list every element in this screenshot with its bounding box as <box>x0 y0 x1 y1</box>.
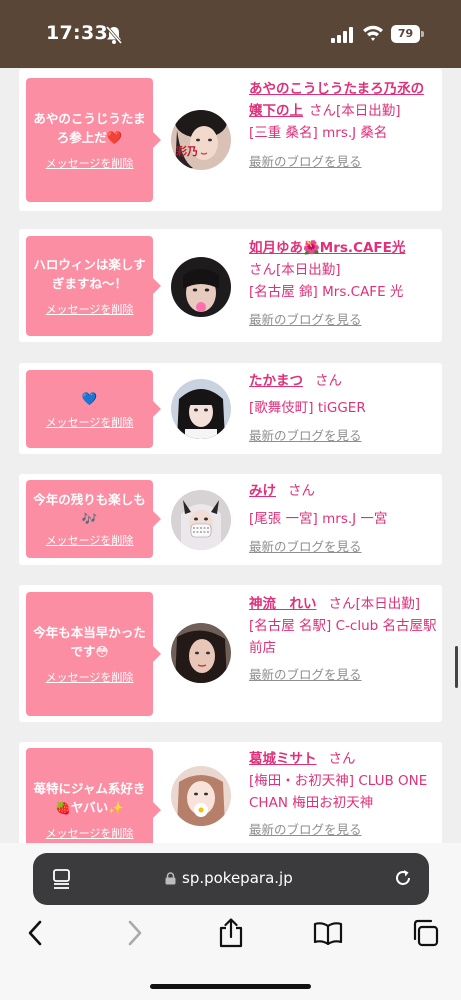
bookmarks-button[interactable] <box>313 918 343 948</box>
battery-level: 79 <box>391 25 420 43</box>
cast-info: 葛城ミサト さん [梅田・お初天神] CLUB ONE CHAN 梅田お初天神 最… <box>249 748 437 841</box>
favorite-card: 💙 メッセージを削除 たかまつ さん [歌舞伎町] tiGGER 最新のブログを見… <box>19 363 442 454</box>
favorite-card: ハロウィンは楽しすぎますね〜！ メッセージを削除 如月ゆあ🌺Mrs.CAFE光 … <box>19 229 442 342</box>
message-text: ハロウィンは楽しすぎますね〜！ <box>33 257 146 291</box>
avatar[interactable] <box>171 766 231 826</box>
message-bubble: 💙 メッセージを削除 <box>26 370 161 448</box>
work-status: [本日出勤] <box>355 596 421 612</box>
tabs-button[interactable] <box>410 918 440 948</box>
book-icon <box>313 922 343 945</box>
latest-blog-link[interactable]: 最新のブログを見る <box>249 536 437 558</box>
shop-info: [尾張 一宮] mrs.J 一宮 <box>249 511 388 527</box>
cast-info: 神流 れい さん[本日出勤] [名古屋 名駅] C-club 名古屋駅前店 最新の… <box>249 593 437 686</box>
back-button[interactable] <box>20 918 50 948</box>
honorific: さん <box>328 596 356 612</box>
avatar[interactable] <box>171 623 231 683</box>
battery-indicator: 79 <box>391 25 424 43</box>
message-text: 苺特にジャム系好き🍓ヤバい✨ <box>33 781 146 815</box>
latest-blog-link[interactable]: 最新のブログを見る <box>249 309 437 331</box>
delete-message-link[interactable]: メッセージを削除 <box>46 669 134 685</box>
cast-name-link[interactable]: 如月ゆあ🌺Mrs.CAFE光 <box>249 240 405 256</box>
avatar[interactable] <box>171 379 231 439</box>
share-icon <box>219 918 243 948</box>
latest-blog-link[interactable]: 最新のブログを見る <box>249 151 437 173</box>
delete-message-link[interactable]: メッセージを削除 <box>46 301 134 317</box>
shop-info: [名古屋 名駅] C-club 名古屋駅前店 <box>249 618 437 656</box>
shop-info: [名古屋 錦] Mrs.CAFE 光 <box>249 284 404 300</box>
forward-button[interactable] <box>120 918 150 948</box>
latest-blog-link[interactable]: 最新のブログを見る <box>249 425 437 447</box>
shop-info: [梅田・お初天神] CLUB ONE CHAN 梅田お初天神 <box>249 773 428 811</box>
url-text[interactable]: sp.pokepara.jp <box>182 869 293 887</box>
message-text: 今年の残りも楽しも🎶 <box>33 492 146 526</box>
honorific: さん <box>328 751 356 767</box>
delete-message-link[interactable]: メッセージを削除 <box>46 414 134 430</box>
cast-name-link[interactable]: 神流 れい <box>249 596 317 612</box>
message-bubble: あやのこうじうたまろ参上だ❤️ メッセージを削除 <box>26 78 161 202</box>
message-text: 今年も本当早かったです😳 <box>33 625 146 659</box>
latest-blog-link[interactable]: 最新のブログを見る <box>249 819 437 841</box>
favorites-list[interactable]: あやのこうじうたまろ参上だ❤️ メッセージを削除 彩乃 あやのこうじうたまろ乃氶… <box>0 68 461 843</box>
signal-icon <box>331 27 353 43</box>
honorific: さん <box>288 483 315 499</box>
favorite-card: 今年も本当早かったです😳 メッセージを削除 神流 れい さん[本日出勤] [名古屋… <box>19 585 442 722</box>
lock-icon <box>165 872 176 885</box>
cast-name-link[interactable]: みけ <box>249 483 276 499</box>
message-bubble: 今年の残りも楽しも🎶 メッセージを削除 <box>26 480 161 558</box>
avatar[interactable] <box>171 490 231 550</box>
honorific: さん <box>309 103 336 119</box>
favorite-card: 苺特にジャム系好き🍓ヤバい✨ メッセージを削除 葛城ミサト さん [梅田・お初天神… <box>19 742 442 843</box>
message-text: あやのこうじうたまろ参上だ❤️ <box>33 111 146 145</box>
cast-name-link[interactable]: たかまつ <box>249 373 303 389</box>
back-icon <box>28 920 42 946</box>
avatar-caption: 彩乃 <box>175 144 198 158</box>
favorite-card: 今年の残りも楽しも🎶 メッセージを削除 みけ さん [尾張 一宮] mrs.J 一… <box>19 474 442 565</box>
cast-name-link[interactable]: 葛城ミサト <box>249 751 317 767</box>
reload-icon[interactable] <box>393 868 413 888</box>
shop-info: [歌舞伎町] tiGGER <box>249 400 366 416</box>
message-bubble: 今年も本当早かったです😳 メッセージを削除 <box>26 592 161 716</box>
delete-message-link[interactable]: メッセージを削除 <box>46 532 134 548</box>
cast-info: たかまつ さん [歌舞伎町] tiGGER 最新のブログを見る <box>249 370 437 447</box>
favorite-card: あやのこうじうたまろ参上だ❤️ メッセージを削除 彩乃 あやのこうじうたまろ乃氶… <box>19 69 442 211</box>
honorific: さん <box>315 373 342 389</box>
latest-blog-link[interactable]: 最新のブログを見る <box>249 664 437 686</box>
forward-icon <box>128 920 142 946</box>
cast-info: みけ さん [尾張 一宮] mrs.J 一宮 最新のブログを見る <box>249 480 437 558</box>
message-bubble: 苺特にジャム系好き🍓ヤバい✨ メッセージを削除 <box>26 748 161 843</box>
status-time: 17:33 <box>46 22 108 44</box>
message-text: 💙 <box>81 390 98 406</box>
cast-info: あやのこうじうたまろ乃氶の嬢下の上 さん[本日出勤] [三重 桑名] mrs.J … <box>249 78 437 173</box>
work-status: [本日出勤] <box>276 262 341 278</box>
cast-info: 如月ゆあ🌺Mrs.CAFE光 さん[本日出勤] [名古屋 錦] Mrs.CAFE… <box>249 237 437 331</box>
work-status: [本日出勤] <box>336 103 401 119</box>
share-button[interactable] <box>216 918 246 948</box>
page-menu-icon[interactable] <box>52 869 74 889</box>
avatar[interactable] <box>171 257 231 317</box>
avatar[interactable]: 彩乃 <box>171 110 231 170</box>
browser-toolbar: sp.pokepara.jp <box>0 843 461 1000</box>
battery-cap <box>421 31 424 37</box>
delete-message-link[interactable]: メッセージを削除 <box>46 155 134 171</box>
wifi-icon <box>363 25 383 41</box>
honorific: さん <box>249 262 276 278</box>
home-indicator[interactable] <box>150 984 311 989</box>
message-bubble: ハロウィンは楽しすぎますね〜！ メッセージを削除 <box>26 236 161 336</box>
address-bar[interactable]: sp.pokepara.jp <box>33 853 429 905</box>
bell-muted-icon <box>105 26 123 44</box>
tabs-icon <box>413 919 439 947</box>
delete-message-link[interactable]: メッセージを削除 <box>46 825 134 841</box>
shop-info: [三重 桑名] mrs.J 桑名 <box>249 125 388 141</box>
scrollbar-thumb[interactable] <box>455 646 458 688</box>
status-bar: 17:33 79 <box>0 0 461 68</box>
